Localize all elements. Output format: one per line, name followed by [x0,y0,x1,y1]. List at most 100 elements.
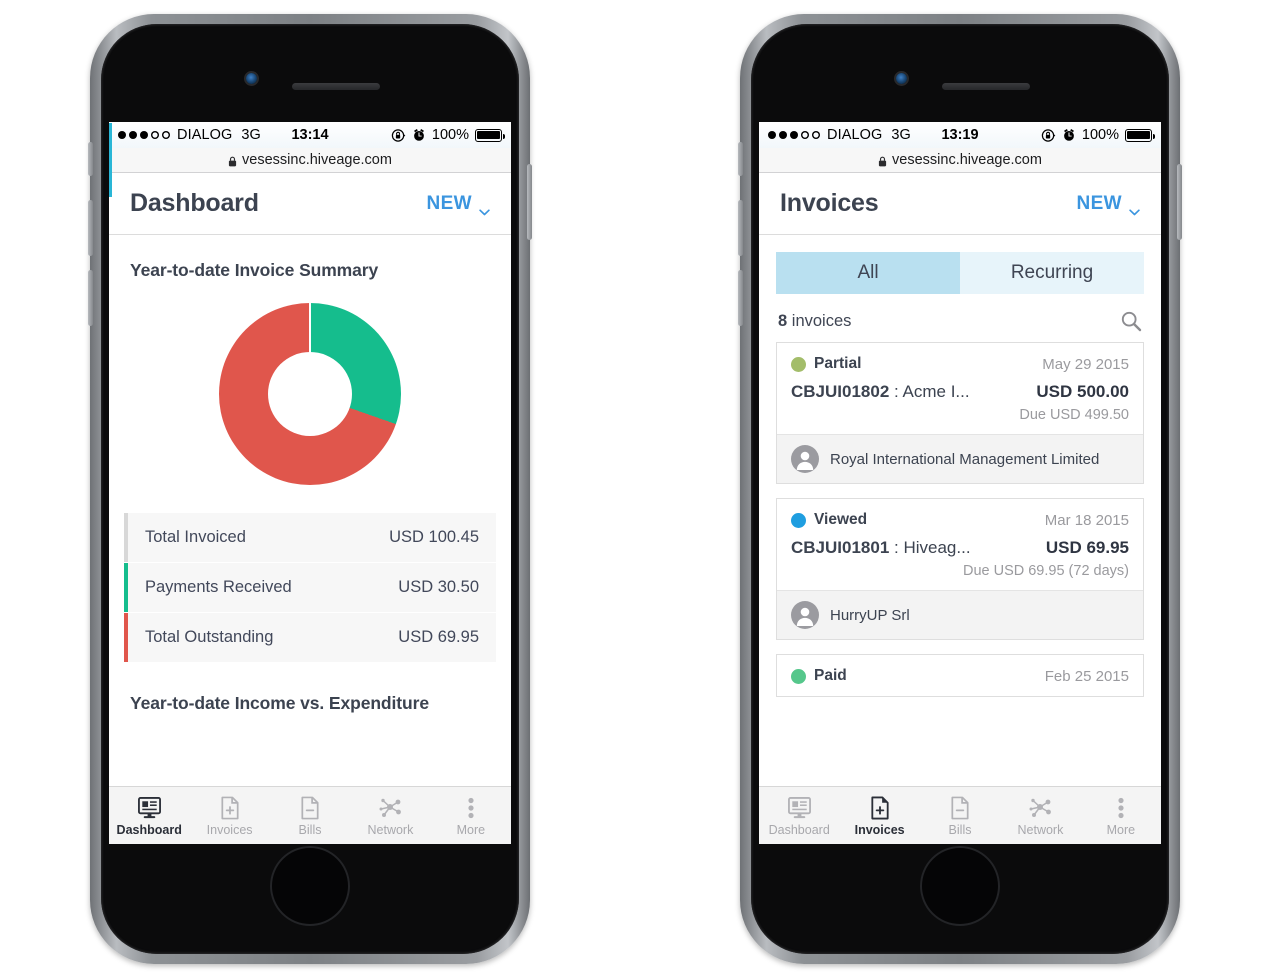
power-button[interactable] [1177,164,1182,240]
status-badge: Paid [814,667,847,684]
invoice-number: CBJUI01801 [791,538,890,557]
segment-all[interactable]: All [776,252,960,294]
volume-down-button[interactable] [88,270,93,326]
bottom-tab-bar: Dashboard Invoices Bills Network More [759,786,1161,844]
page-title: Invoices [780,189,879,217]
alarm-clock-icon [412,128,426,142]
new-button[interactable]: NEW [1076,192,1140,216]
tab-more[interactable]: More [431,794,511,837]
url-text: vesessinc.hiveage.com [242,152,392,168]
phone-dashboard: DIALOG 3G 13:14 100% vesessinc.hiveage.c… [88,14,532,964]
screenshot-stage: DIALOG 3G 13:14 100% vesessinc.hiveage.c… [0,0,1280,977]
page-title: Dashboard [130,189,259,217]
invoice-summary-title: Year-to-date Invoice Summary [130,260,379,280]
new-button[interactable]: NEW [426,193,490,216]
power-button[interactable] [527,164,532,240]
bill-document-minus-icon [300,794,320,820]
tab-invoices[interactable]: Invoices [839,794,919,837]
volume-up-button[interactable] [738,200,743,256]
summary-row-total-outstanding[interactable]: Total Outstanding USD 69.95 [124,613,496,662]
invoice-date: May 29 2015 [1042,355,1129,373]
invoices-content: All Recurring 8 invoices Partial May 29 … [759,235,1161,786]
dashboard-content: Year-to-date Invoice Summary Total Invoi… [109,235,511,786]
bill-document-minus-icon [950,794,970,820]
tab-label: Invoices [854,823,905,837]
tab-bills[interactable]: Bills [270,794,350,837]
padlock-icon [878,155,887,166]
segment-recurring[interactable]: Recurring [960,252,1144,294]
phone-invoices: DIALOG 3G 13:19 100% vesessinc.hiveage.c… [738,14,1182,964]
edge-accent-strip [109,123,112,197]
summary-row-payments-received[interactable]: Payments Received USD 30.50 [124,563,496,612]
invoice-card[interactable]: Viewed Mar 18 2015 CBJUI01801 : Hiveag..… [776,498,1144,640]
tab-label: Dashboard [768,823,830,837]
invoice-card-body: Paid Feb 25 2015 [777,655,1143,696]
summary-rows: Total Invoiced USD 100.45 Payments Recei… [124,513,496,662]
status-dot [791,512,806,528]
status-dot [791,668,806,684]
invoice-count: 8 invoices [778,312,851,331]
summary-label: Payments Received [145,578,292,596]
rotation-lock-icon [391,128,406,143]
browser-url-bar[interactable]: vesessinc.hiveage.com [109,123,511,197]
invoice-count-suffix: invoices [787,311,852,330]
invoice-number-and-client: CBJUI01802 : Acme I... [791,382,970,402]
rotation-lock-icon [1041,128,1056,143]
tab-network[interactable]: Network [1000,794,1080,837]
app-header: Invoices NEW [759,173,1161,235]
front-camera-icon [246,73,257,84]
alarm-clock-icon [1062,128,1076,142]
screen-invoices: DIALOG 3G 13:19 100% vesessinc.hiveage.c… [759,122,1161,844]
person-avatar-icon [791,445,819,473]
browser-url-bar[interactable]: vesessinc.hiveage.com [759,148,1161,173]
donut-seam [309,303,311,394]
invoice-due: Due USD 69.95 (72 days) [962,563,1129,579]
mute-switch[interactable] [88,142,93,176]
dashboard-monitor-icon [137,794,162,820]
donut-chart-container [109,281,511,505]
invoice-number-and-client: CBJUI01801 : Hiveag... [791,538,971,558]
dashboard-monitor-icon [787,794,812,820]
chevron-down-icon [1129,200,1140,216]
invoice-card-body: Partial May 29 2015 CBJUI01802 : Acme I.… [777,343,1143,434]
volume-down-button[interactable] [738,270,743,326]
screen-dashboard: DIALOG 3G 13:14 100% vesessinc.hiveage.c… [109,122,511,844]
invoice-separator: : [889,382,903,401]
tab-invoices[interactable]: Invoices [189,794,269,837]
invoice-separator: : [889,538,904,557]
invoice-client-row: Royal International Management Limited [777,434,1143,483]
summary-label: Total Invoiced [145,528,246,546]
invoice-card[interactable]: Partial May 29 2015 CBJUI01802 : Acme I.… [776,342,1144,484]
tab-dashboard[interactable]: Dashboard [759,794,839,837]
tab-dashboard[interactable]: Dashboard [109,794,189,837]
invoice-number: CBJUI01802 [791,382,890,401]
search-icon[interactable] [1120,310,1142,332]
tab-network[interactable]: Network [350,794,430,837]
invoice-document-plus-icon [220,794,240,820]
tab-bills[interactable]: Bills [920,794,1000,837]
home-button[interactable] [920,846,1000,926]
new-button-label: NEW [1076,192,1122,214]
invoice-client-short: Acme I... [902,382,970,401]
url-text: vesessinc.hiveage.com [892,152,1042,168]
invoice-date: Mar 18 2015 [1044,511,1129,529]
summary-value: USD 69.95 [398,628,479,646]
tab-more[interactable]: More [1081,794,1161,837]
tab-label: More [456,823,486,837]
tab-label: Network [1017,823,1064,837]
status-bar: DIALOG 3G 13:19 100% [759,122,1161,148]
client-name: Royal International Management Limited [830,450,1100,468]
client-name: HurryUP Srl [830,606,910,624]
tab-label: Bills [298,823,322,837]
invoice-due: Due USD 499.50 [1019,407,1129,423]
volume-up-button[interactable] [88,200,93,256]
more-dots-icon [1117,794,1125,820]
status-badge: Partial [814,355,862,372]
home-button[interactable] [270,846,350,926]
tab-label: Bills [948,823,972,837]
invoice-client-short: Hiveag... [903,538,971,557]
mute-switch[interactable] [738,142,743,176]
invoice-card[interactable]: Paid Feb 25 2015 [776,654,1144,697]
app-header: Dashboard NEW [109,173,511,235]
summary-row-total-invoiced[interactable]: Total Invoiced USD 100.45 [124,513,496,562]
